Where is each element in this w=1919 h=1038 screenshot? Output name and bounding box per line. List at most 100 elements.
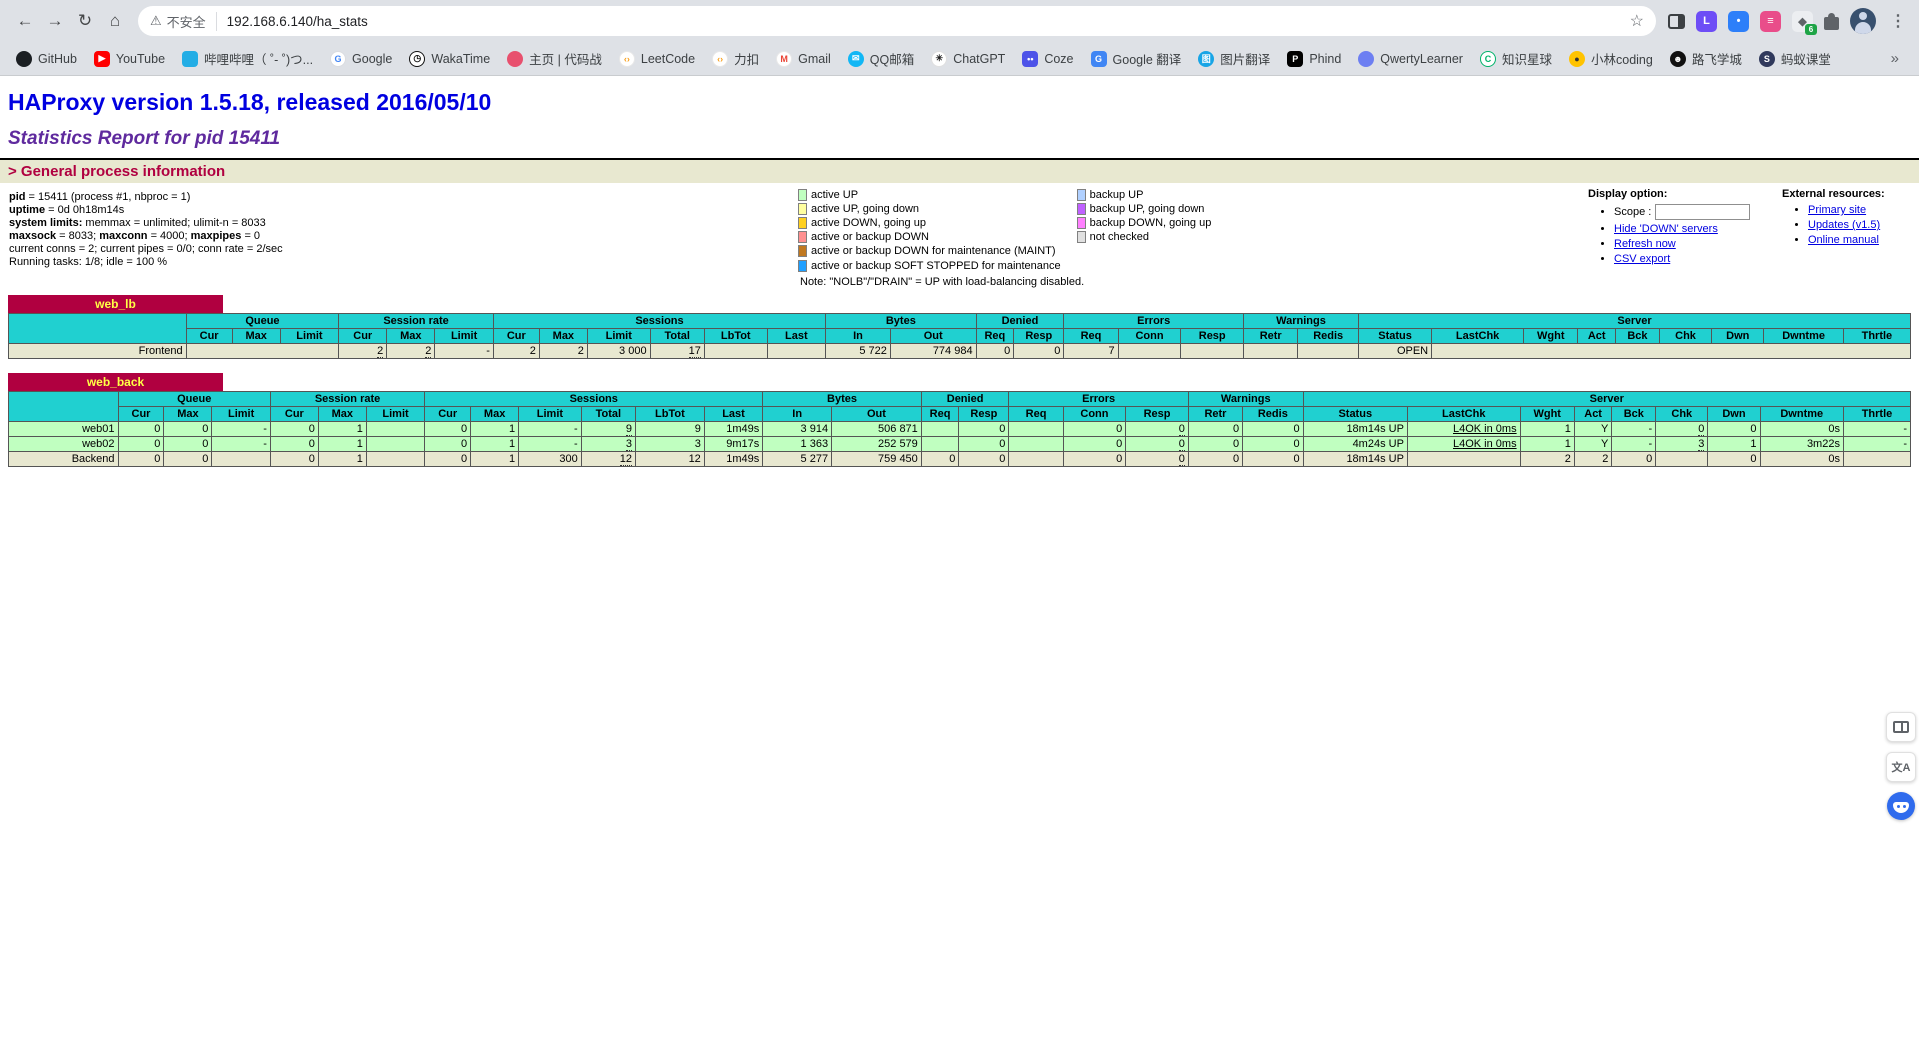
lark-extension-icon[interactable]: L [1696, 11, 1717, 32]
bookmark-item[interactable]: 图图片翻译 [1198, 49, 1270, 68]
reading-list-button[interactable] [1886, 712, 1916, 742]
column-header: Limit [280, 329, 339, 344]
proxy-table-web_lb: web_lbQueueSession rateSessionsBytesDeni… [0, 295, 1919, 359]
stat-cell [1244, 344, 1298, 359]
column-header: Last [704, 407, 762, 422]
immersive-translate-button[interactable] [1887, 792, 1915, 820]
page-title[interactable]: HAProxy version 1.5.18, released 2016/05… [8, 89, 1919, 116]
section-general-process-info: > General process information [0, 160, 1919, 183]
proxy-name[interactable]: web_back [8, 373, 223, 391]
stat-cell: 0 [118, 452, 164, 467]
stat-cell: 0 [1708, 452, 1760, 467]
stat-cell: Y [1574, 422, 1612, 437]
bookmark-label: Coze [1044, 52, 1073, 66]
column-header: Retr [1244, 329, 1298, 344]
group-header: Errors [1064, 314, 1244, 329]
legend-label: backup UP [1088, 188, 1226, 202]
legend-label: active or backup SOFT STOPPED for mainte… [809, 258, 1075, 272]
not-secure-chip[interactable]: ⚠ 不安全 [150, 12, 217, 31]
option-link[interactable]: Refresh now [1614, 238, 1676, 250]
forward-icon[interactable]: → [40, 6, 70, 36]
bookmark-label: QwertyLearner [1380, 52, 1463, 66]
group-header: Sessions [425, 392, 763, 407]
bookmarks-overflow-chevron[interactable]: » [1887, 50, 1903, 67]
bookmark-item[interactable]: ▶YouTube [94, 51, 165, 67]
bookmark-item[interactable]: GitHub [16, 51, 77, 67]
bookmark-item[interactable]: ‹›力扣 [712, 49, 759, 68]
bookmark-label: 力扣 [734, 49, 759, 68]
process-info-line: maxsock = 8033; maxconn = 4000; maxpipes… [9, 230, 283, 243]
bookmark-item[interactable]: ‹›LeetCode [619, 51, 695, 67]
stat-cell: - [1843, 437, 1910, 452]
extensions-puzzle-icon[interactable] [1824, 17, 1839, 30]
bookmark-item[interactable]: ••Coze [1022, 51, 1073, 67]
stat-cell: 1 [1708, 437, 1760, 452]
stat-cell: 0 [1188, 422, 1242, 437]
stat-cell: - [519, 422, 582, 437]
bookmark-item[interactable]: ●小林coding [1569, 49, 1653, 68]
translate-icon: 文A [1892, 759, 1911, 775]
legend-swatch [1077, 189, 1086, 201]
column-header: Limit [435, 329, 494, 344]
bookmark-item[interactable]: C知识星球 [1480, 49, 1552, 68]
address-bar[interactable]: ⚠ 不安全 192.168.6.140/ha_stats ☆ [138, 6, 1656, 36]
reload-icon[interactable]: ↻ [70, 6, 100, 36]
bookmark-item[interactable]: ☻路飞学城 [1670, 49, 1742, 68]
bookmarks-bar: GitHub ▶YouTube 哔哩哔哩（ ˚- ˚)つ... GGoogle ◷Wak… [0, 42, 1919, 75]
home-icon[interactable]: ⌂ [100, 6, 130, 36]
bookmark-item[interactable]: QwertyLearner [1358, 51, 1463, 67]
group-header: Denied [976, 314, 1064, 329]
stat-cell: 7 [1064, 344, 1118, 359]
profile-avatar[interactable] [1850, 8, 1876, 34]
column-header: Limit [519, 407, 582, 422]
option-link[interactable]: Hide 'DOWN' servers [1614, 223, 1718, 235]
bookmark-item[interactable]: ✉QQ邮箱 [848, 49, 914, 68]
bookmark-item[interactable]: GGoogle [330, 51, 392, 67]
stat-cell: 0 [1126, 437, 1189, 452]
bookmark-item[interactable]: ✳ChatGPT [931, 51, 1005, 67]
bookmark-label: Google 翻译 [1113, 49, 1182, 68]
xiaolin-coding-icon: ● [1569, 51, 1585, 67]
side-panel-icon[interactable] [1668, 14, 1685, 29]
column-header: Resp [1014, 329, 1064, 344]
bookmark-item[interactable]: 哔哩哔哩（ ˚- ˚)つ... [182, 49, 313, 68]
lufei-xuecheng-icon: ☻ [1670, 51, 1686, 67]
corner-header [9, 392, 119, 422]
stat-cell: - [519, 437, 582, 452]
bookmark-label: 蚂蚁课堂 [1781, 49, 1831, 68]
bookmark-item[interactable]: S蚂蚁课堂 [1759, 49, 1831, 68]
stat-cell [1009, 422, 1063, 437]
bookmark-item[interactable]: ◷WakaTime [409, 51, 490, 67]
stat-cell [1432, 344, 1911, 359]
legend-swatch [798, 203, 807, 215]
option-link[interactable]: Updates (v1.5) [1808, 219, 1880, 231]
group-header: Bytes [763, 392, 922, 407]
table-row-Frontend: Frontend22-223 000175 722774 984007OPEN [9, 344, 1911, 359]
stat-cell: 0 [1063, 452, 1126, 467]
option-link[interactable]: Primary site [1808, 204, 1866, 216]
option-link[interactable]: CSV export [1614, 253, 1670, 265]
bookmark-item[interactable]: GGoogle 翻译 [1091, 49, 1182, 68]
column-header: Wght [1520, 407, 1574, 422]
stat-cell: 9 [635, 422, 704, 437]
scope-input[interactable] [1655, 204, 1750, 220]
stat-cell: 17 [650, 344, 704, 359]
bookmark-item[interactable]: 主页 | 代码战 [507, 49, 602, 68]
blue-extension-icon[interactable]: • [1728, 11, 1749, 32]
column-header: LbTot [635, 407, 704, 422]
bookmark-item[interactable]: MGmail [776, 51, 831, 67]
back-icon[interactable]: ← [10, 6, 40, 36]
bookmark-item[interactable]: PPhind [1287, 51, 1341, 67]
translate-button[interactable]: 文A [1886, 752, 1916, 782]
stat-cell: 0 [921, 452, 959, 467]
browser-menu-icon[interactable]: ⋮ [1887, 11, 1909, 31]
bookmark-label: ChatGPT [953, 52, 1005, 66]
stat-cell: 0 [1708, 422, 1760, 437]
stat-cell: 0s [1760, 452, 1843, 467]
gray-extension-icon[interactable]: ◆6 [1792, 11, 1813, 32]
pink-extension-icon[interactable]: ≡ [1760, 11, 1781, 32]
column-header: Max [164, 407, 212, 422]
option-link[interactable]: Online manual [1808, 234, 1879, 246]
bookmark-star-icon[interactable]: ☆ [1630, 11, 1644, 31]
proxy-name[interactable]: web_lb [8, 295, 223, 313]
